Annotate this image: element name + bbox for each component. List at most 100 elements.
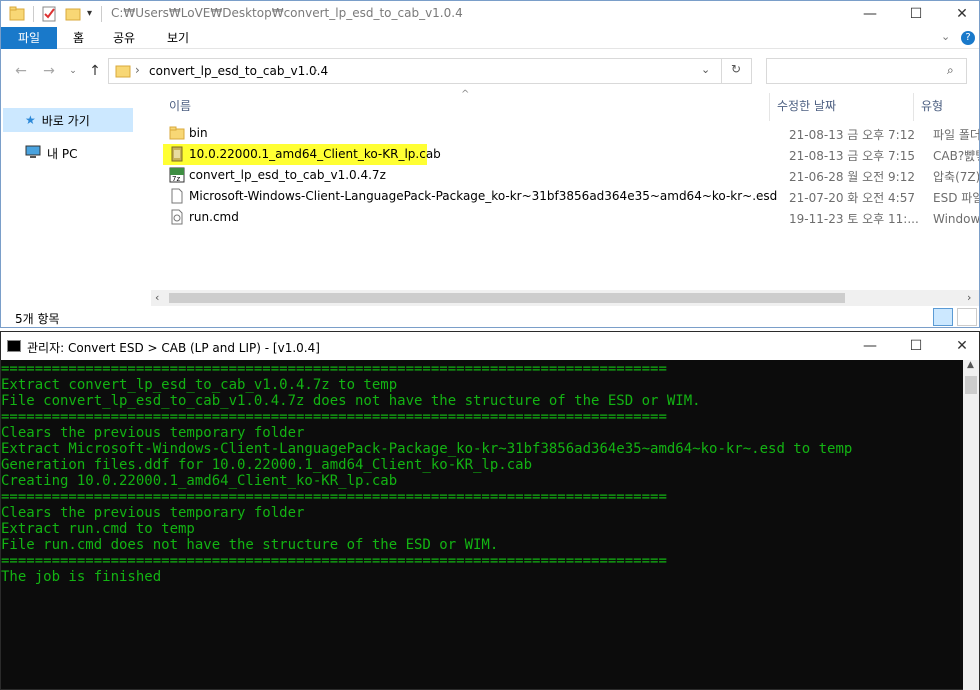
recent-dropdown-icon[interactable]: ⌄ (63, 62, 83, 80)
scroll-thumb[interactable] (169, 293, 845, 303)
console-output[interactable]: ========================================… (1, 360, 963, 690)
maximize-button[interactable]: ☐ (893, 1, 939, 27)
file-type: Windows 명 (933, 212, 979, 226)
console-line: The job is finished (1, 569, 162, 585)
file-date: 21-08-13 금 오후 7:15 (789, 149, 915, 163)
file-type: 압축(7Z) 파 (933, 170, 979, 184)
console-line: Creating 10.0.22000.1_amd64_Client_ko-KR… (1, 473, 398, 489)
scroll-right-icon[interactable]: › (967, 291, 971, 304)
file-date: 21-06-28 월 오전 9:12 (789, 170, 915, 184)
sidebar-item-this-pc[interactable]: 내 PC (3, 141, 133, 165)
column-header-type[interactable]: 유형 (921, 97, 943, 114)
minimize-button[interactable]: — (847, 332, 893, 360)
maximize-button[interactable]: ☐ (893, 332, 939, 360)
console-line: ========================================… (1, 361, 667, 377)
folder-icon (115, 63, 131, 82)
forward-arrow-icon[interactable]: → (39, 62, 59, 80)
folder-icon (169, 125, 185, 141)
close-button[interactable]: ✕ (939, 1, 980, 27)
column-header-name[interactable]: 이름 (169, 97, 191, 114)
address-path: convert_lp_esd_to_cab_v1.0.4 (149, 64, 329, 78)
tab-file[interactable]: 파일 (1, 27, 57, 49)
search-icon: ⌕ (947, 63, 954, 77)
console-line: Generation files.ddf for 10.0.22000.1_am… (1, 457, 533, 473)
file-row[interactable]: Microsoft-Windows-Client-LanguagePack-Pa… (163, 186, 979, 207)
file-list: ^ 이름 수정한 날짜 유형 bin 21-08-13 금 오후 7:12 파일… (151, 89, 979, 289)
star-icon: ★ (25, 113, 36, 127)
scroll-thumb[interactable] (965, 376, 977, 394)
cab-file-icon (169, 146, 185, 162)
details-view-icon[interactable] (933, 308, 953, 326)
file-row[interactable]: 7z convert_lp_esd_to_cab_v1.0.4.7z 21-06… (163, 165, 979, 186)
sort-ascending-icon: ^ (461, 89, 470, 100)
properties-icon[interactable] (41, 5, 57, 23)
address-dropdown-icon[interactable]: ⌄ (701, 63, 710, 76)
console-line: Clears the previous temporary folder (1, 505, 305, 521)
address-bar[interactable]: › convert_lp_esd_to_cab_v1.0.4 › ⌄ ↻ (108, 58, 752, 84)
horizontal-scrollbar[interactable]: ‹ › (151, 290, 979, 306)
file-row[interactable]: run.cmd 19-11-23 토 오후 11:... Windows 명 (163, 207, 979, 228)
large-icons-view-icon[interactable] (957, 308, 977, 326)
explorer-titlebar: ▾ C:₩Users₩LoVE₩Desktop₩convert_lp_esd_t… (1, 1, 979, 27)
minimize-button[interactable]: — (847, 1, 893, 27)
navigation-bar: ← → ⌄ ↑ › convert_lp_esd_to_cab_v1.0.4 ›… (1, 50, 979, 92)
file-date: 19-11-23 토 오후 11:... (789, 212, 919, 226)
sidebar-item-quick-access[interactable]: ★ 바로 가기 (3, 108, 133, 132)
tab-home[interactable]: 홈 (59, 27, 98, 49)
console-titlebar: 관리자: Convert ESD > CAB (LP and LIP) - [v… (1, 332, 979, 360)
new-folder-icon[interactable] (65, 5, 81, 23)
sidebar-item-label: 내 PC (47, 146, 78, 161)
file-type: ESD 파일 (933, 191, 979, 205)
window-title: C:₩Users₩LoVE₩Desktop₩convert_lp_esd_to_… (111, 6, 463, 20)
column-divider[interactable] (769, 93, 770, 121)
ribbon-expand-icon[interactable]: ⌄ (941, 30, 950, 43)
file-name: run.cmd (189, 210, 239, 224)
folder-icon[interactable] (9, 5, 25, 23)
help-icon[interactable]: ? (961, 31, 975, 45)
breadcrumb-chevron-icon[interactable]: › (313, 63, 318, 77)
console-line: ========================================… (1, 489, 667, 505)
back-arrow-icon[interactable]: ← (11, 62, 31, 80)
sidebar-item-label: 바로 가기 (41, 113, 90, 128)
tab-share[interactable]: 공유 (99, 27, 149, 49)
scroll-left-icon[interactable]: ‹ (155, 291, 159, 304)
close-button[interactable]: ✕ (939, 332, 980, 360)
file-date: 21-08-13 금 오후 7:12 (789, 128, 915, 142)
file-name: bin (189, 126, 208, 140)
qat-dropdown-icon[interactable]: ▾ (87, 5, 97, 23)
refresh-icon[interactable]: ↻ (731, 62, 741, 76)
file-type: 파일 폴더 (933, 128, 979, 142)
file-row[interactable]: 10.0.22000.1_amd64_Client_ko-KR_lp.cab 2… (163, 144, 979, 165)
column-header-date[interactable]: 수정한 날짜 (777, 97, 836, 114)
search-input[interactable]: ⌕ (766, 58, 967, 84)
console-title: 관리자: Convert ESD > CAB (LP and LIP) - [v… (27, 341, 320, 355)
console-window: 관리자: Convert ESD > CAB (LP and LIP) - [v… (0, 331, 980, 690)
scroll-up-icon[interactable]: ▲ (967, 360, 974, 370)
7z-archive-icon: 7z (169, 167, 185, 183)
console-line: Extract convert_lp_esd_to_cab_v1.0.4.7z … (1, 377, 398, 393)
console-line: Extract run.cmd to temp (1, 521, 195, 537)
svg-text:7z: 7z (172, 175, 180, 183)
file-row[interactable]: bin 21-08-13 금 오후 7:12 파일 폴더 (163, 123, 979, 144)
console-line: File run.cmd does not have the structure… (1, 537, 499, 553)
console-line: Clears the previous temporary folder (1, 425, 305, 441)
console-line: ========================================… (1, 409, 667, 425)
console-app-icon (7, 340, 21, 352)
console-line: ========================================… (1, 553, 667, 569)
item-count: 5개 항목 (15, 312, 60, 326)
file-name: Microsoft-Windows-Client-LanguagePack-Pa… (189, 189, 778, 203)
up-arrow-icon[interactable]: ↑ (85, 62, 105, 80)
vertical-scrollbar[interactable]: ▲ (963, 360, 979, 690)
file-date: 21-07-20 화 오전 4:57 (789, 191, 915, 205)
cmd-file-icon (169, 209, 185, 225)
explorer-window: ▾ C:₩Users₩LoVE₩Desktop₩convert_lp_esd_t… (0, 0, 980, 328)
status-bar: 5개 항목 (1, 306, 979, 328)
file-icon (169, 188, 185, 204)
file-name: 10.0.22000.1_amd64_Client_ko-KR_lp.cab (189, 147, 441, 161)
ribbon-tabs: 파일 홈 공유 보기 ⌄ ? (1, 27, 979, 49)
computer-icon (25, 145, 41, 162)
breadcrumb-chevron-icon[interactable]: › (135, 63, 140, 77)
column-divider[interactable] (913, 93, 914, 121)
tab-view[interactable]: 보기 (153, 27, 203, 49)
navigation-pane: ★ 바로 가기 내 PC (1, 93, 151, 298)
